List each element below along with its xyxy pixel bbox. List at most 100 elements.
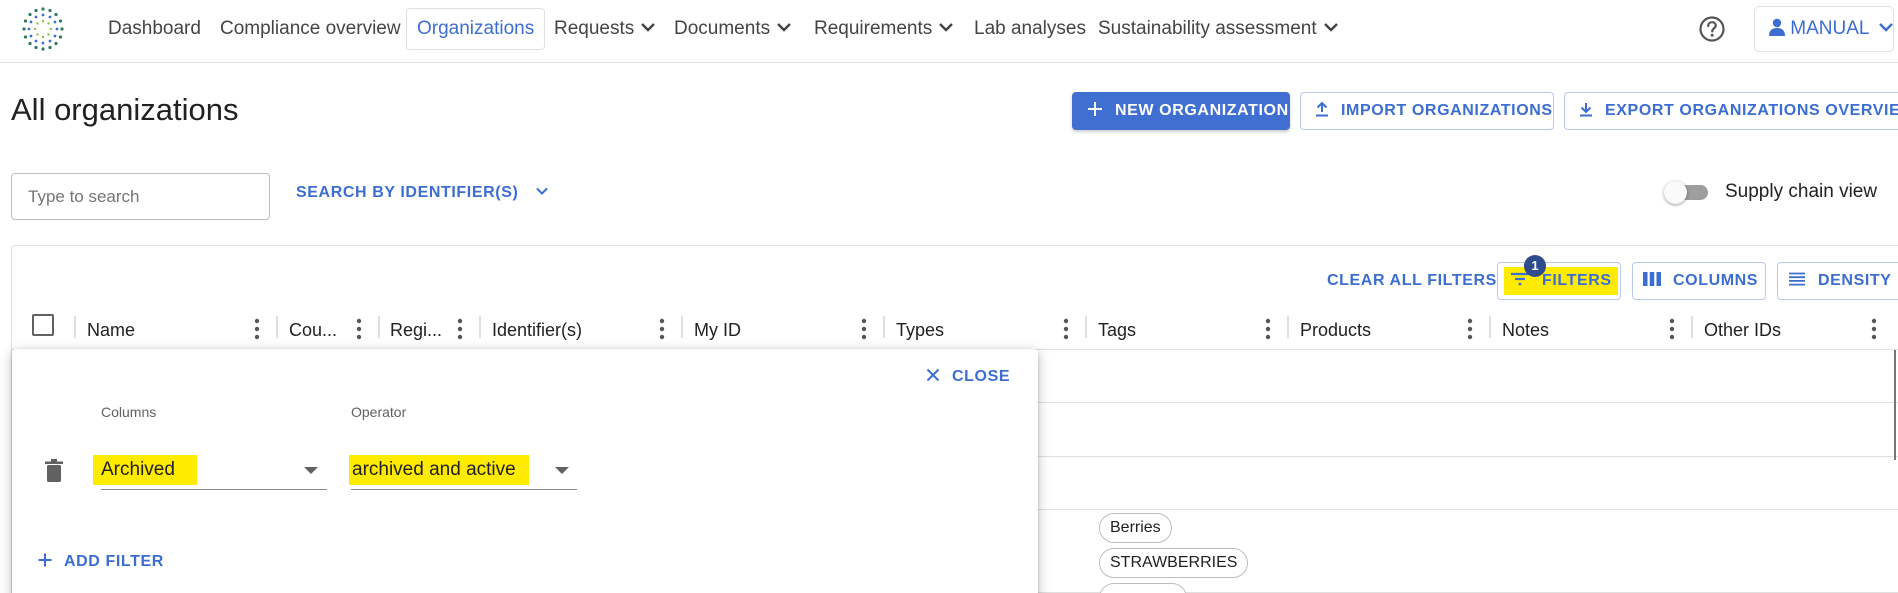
- columns-field-label: Columns: [101, 404, 157, 420]
- columns-label: COLUMNS: [1673, 272, 1759, 289]
- supply-chain-label: Supply chain view: [1725, 181, 1878, 202]
- export-organizations-button[interactable]: EXPORT ORGANIZATIONS OVERVIEW: [1564, 92, 1898, 130]
- nav-organizations[interactable]: Organizations: [406, 8, 546, 50]
- column-menu-icon[interactable]: [1062, 316, 1070, 342]
- density-label: DENSITY: [1818, 272, 1892, 289]
- supply-chain-toggle[interactable]: [1664, 180, 1710, 204]
- nav-lab-analyses-label: Lab analyses: [974, 18, 1086, 39]
- new-organization-label: NEW ORGANIZATION: [1115, 102, 1289, 119]
- nav-documents[interactable]: Documents: [664, 10, 802, 48]
- chevron-down-icon: [939, 23, 954, 33]
- import-organizations-button[interactable]: IMPORT ORGANIZATIONS: [1300, 92, 1554, 130]
- tag-chip[interactable]: STRAWBERRIES: [1099, 548, 1249, 578]
- search-input[interactable]: [11, 173, 270, 220]
- clear-all-filters-button[interactable]: CLEAR ALL FILTERS: [1327, 272, 1497, 290]
- top-navigation-bar: Dashboard Compliance overview Organizati…: [0, 0, 1898, 63]
- column-menu-icon[interactable]: [1870, 316, 1878, 342]
- column-separator[interactable]: [1691, 316, 1693, 338]
- nav-documents-label: Documents: [674, 18, 771, 39]
- column-header-name[interactable]: Name: [87, 310, 135, 350]
- view-column-icon: [1643, 272, 1661, 287]
- column-separator[interactable]: [681, 316, 683, 338]
- chevron-down-icon: [1323, 23, 1338, 33]
- column-menu-icon[interactable]: [658, 316, 666, 342]
- nav-organizations-label: Organizations: [417, 18, 535, 39]
- chevron-down-icon: [536, 188, 549, 196]
- column-header-notes[interactable]: Notes: [1502, 310, 1549, 350]
- user-menu-label: MANUAL: [1790, 18, 1869, 39]
- column-menu-icon[interactable]: [860, 316, 868, 342]
- column-select-value: Archived: [93, 455, 197, 485]
- export-organizations-label: EXPORT ORGANIZATIONS OVERVIEW: [1605, 102, 1898, 119]
- import-organizations-label: IMPORT ORGANIZATIONS: [1341, 102, 1553, 119]
- operator-field-label: Operator: [351, 404, 407, 420]
- filters-highlight: FILTERS: [1504, 267, 1618, 295]
- column-menu-icon[interactable]: [355, 316, 363, 342]
- nav-dashboard[interactable]: Dashboard: [98, 10, 211, 48]
- column-separator[interactable]: [1287, 316, 1289, 338]
- search-by-identifier-label: SEARCH BY IDENTIFIER(S): [296, 184, 519, 201]
- user-menu-button[interactable]: MANUAL: [1754, 6, 1894, 52]
- nav-requests-label: Requests: [554, 18, 635, 39]
- column-separator[interactable]: [74, 316, 76, 338]
- column-menu-icon[interactable]: [456, 316, 464, 342]
- close-label: CLOSE: [952, 368, 1011, 385]
- column-menu-icon[interactable]: [1668, 316, 1676, 342]
- new-organization-button[interactable]: NEW ORGANIZATION: [1072, 92, 1290, 130]
- help-circle-icon[interactable]: [1698, 15, 1726, 43]
- nav-lab-analyses[interactable]: Lab analyses: [964, 10, 1096, 48]
- chevron-down-icon: [777, 23, 791, 33]
- tag-chip[interactable]: [1099, 583, 1187, 593]
- nav-requests[interactable]: Requests: [544, 10, 666, 48]
- add-filter-label: ADD FILTER: [64, 553, 164, 570]
- column-separator[interactable]: [276, 316, 278, 338]
- column-separator[interactable]: [1489, 316, 1491, 338]
- column-header-types[interactable]: Types: [896, 310, 944, 350]
- nav-requirements[interactable]: Requirements: [804, 10, 964, 48]
- close-icon: [926, 369, 940, 382]
- select-all-checkbox[interactable]: [32, 314, 54, 336]
- density-button[interactable]: DENSITY: [1777, 262, 1898, 300]
- filters-label: FILTERS: [1542, 272, 1612, 289]
- column-header-my-id[interactable]: My ID: [694, 310, 741, 350]
- column-separator[interactable]: [378, 316, 380, 338]
- column-menu-icon[interactable]: [1466, 316, 1474, 342]
- toggle-thumb: [1664, 181, 1687, 204]
- plus-icon: [38, 553, 52, 567]
- column-menu-icon[interactable]: [253, 316, 261, 342]
- column-separator[interactable]: [479, 316, 481, 338]
- column-header-tags[interactable]: Tags: [1098, 310, 1136, 350]
- upload-icon: [1316, 101, 1328, 117]
- close-filter-panel-button[interactable]: CLOSE: [926, 368, 1010, 386]
- nav-sustainability-assessment[interactable]: Sustainability assessment: [1088, 10, 1349, 48]
- chevron-down-icon: [641, 23, 656, 33]
- delete-filter-icon[interactable]: [44, 459, 64, 483]
- nav-requirements-label: Requirements: [814, 18, 933, 39]
- add-filter-button[interactable]: ADD FILTER: [38, 553, 164, 571]
- plus-icon: [1088, 102, 1102, 117]
- search-by-identifier-button[interactable]: SEARCH BY IDENTIFIER(S): [296, 184, 549, 202]
- column-menu-icon[interactable]: [1264, 316, 1272, 342]
- nav-dashboard-label: Dashboard: [108, 18, 201, 39]
- density-icon: [1789, 272, 1805, 286]
- nav-compliance-overview[interactable]: Compliance overview: [210, 10, 411, 48]
- nav-compliance-overview-label: Compliance overview: [220, 18, 401, 39]
- column-header-identifiers[interactable]: Identifier(s): [492, 310, 582, 350]
- columns-button[interactable]: COLUMNS: [1632, 262, 1766, 300]
- caret-down-icon: [555, 467, 569, 474]
- column-header-other-ids[interactable]: Other IDs: [1704, 310, 1781, 350]
- column-separator[interactable]: [1085, 316, 1087, 338]
- chevron-down-icon: [1879, 23, 1893, 32]
- column-header-region[interactable]: Regi...: [390, 310, 442, 350]
- user-icon: [1769, 18, 1785, 36]
- filters-count-badge: 1: [1524, 255, 1546, 277]
- grid-right-edge: [1894, 350, 1896, 460]
- column-separator[interactable]: [883, 316, 885, 338]
- tag-chip[interactable]: Berries: [1099, 513, 1172, 543]
- column-header-country[interactable]: Cou...: [289, 310, 337, 350]
- nav-sustainability-assessment-label: Sustainability assessment: [1098, 18, 1317, 39]
- caret-down-icon: [304, 467, 318, 474]
- filters-button[interactable]: FILTERS: [1497, 262, 1621, 300]
- column-header-products[interactable]: Products: [1300, 310, 1371, 350]
- app-logo-icon[interactable]: [18, 4, 68, 54]
